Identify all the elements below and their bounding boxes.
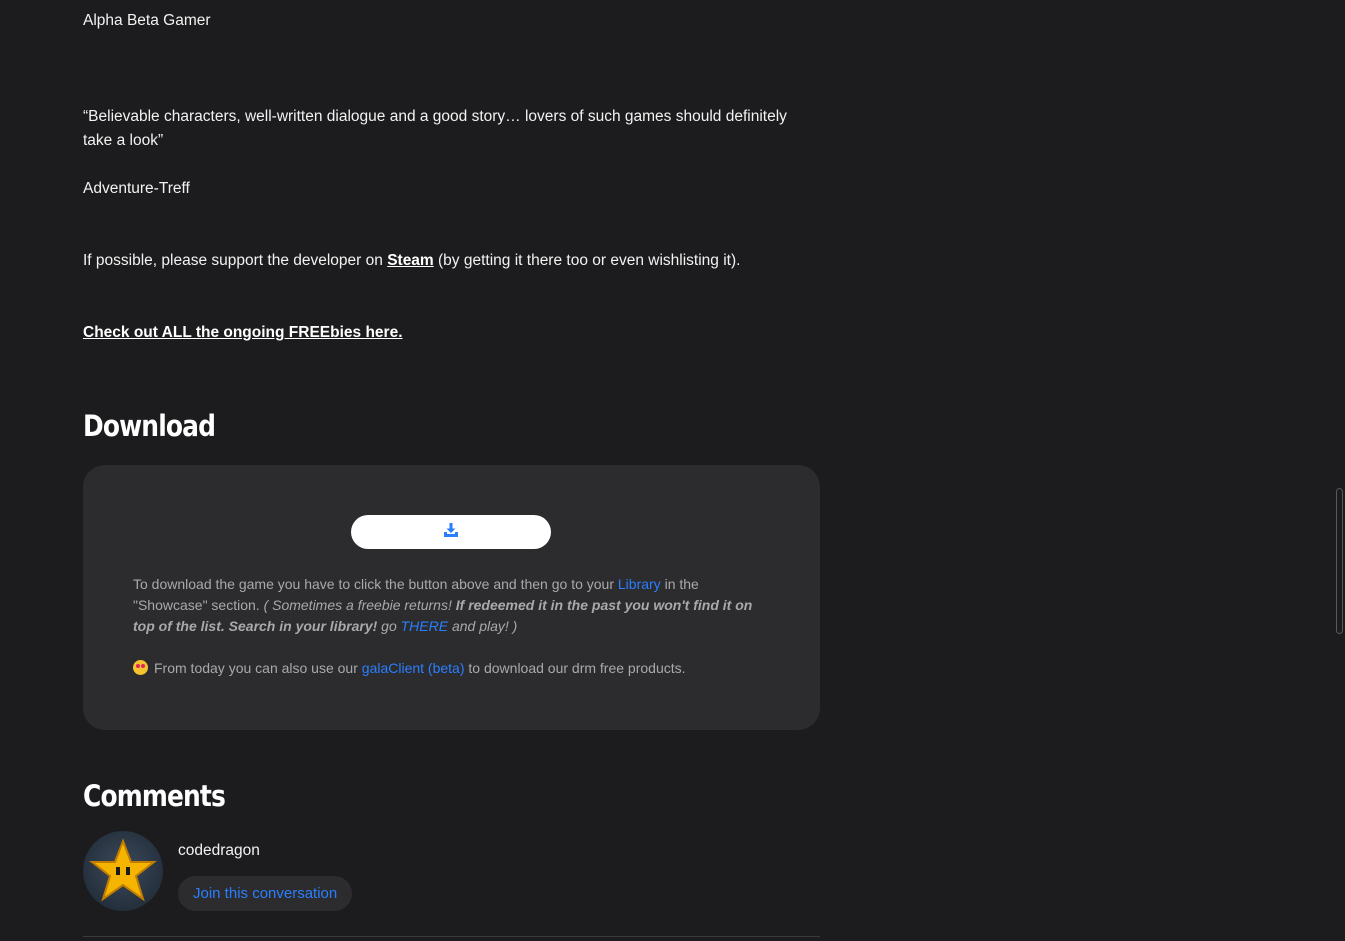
galaclient-link[interactable]: galaClient (beta) [362,660,465,676]
review-quote: “Believable characters, well-written dia… [83,108,787,149]
galaclient-note: From today you can also use our galaClie… [133,658,773,679]
client-text: From today you can also use our [154,660,362,676]
star-struck-emoji-icon [133,660,148,675]
avatar[interactable] [83,831,163,911]
comment-username: codedragon [178,842,260,859]
star-avatar-icon [89,838,157,902]
client-text: to download our drm free products. [464,660,686,676]
review-source: Adventure-Treff [83,180,190,197]
join-conversation-button[interactable]: Join this conversation [178,876,353,911]
instruction-text: To download the game you have to click t… [133,576,618,592]
support-text: If possible, please support the develope… [83,252,388,269]
instruction-note: go [377,618,401,634]
comments-heading: Comments [83,779,226,813]
steam-link[interactable]: Steam [387,252,434,269]
download-panel: To download the game you have to click t… [83,465,820,730]
download-icon [443,522,459,543]
freebies-link[interactable]: Check out ALL the ongoing FREEbies here. [83,324,403,341]
instruction-note: ( Sometimes a freebie returns! [263,597,456,613]
download-button[interactable] [351,515,551,549]
instruction-note: and play! ) [448,618,518,634]
page: Alpha Beta Gamer “Believable characters,… [0,0,1345,941]
download-heading: Download [83,409,216,443]
review-source: Alpha Beta Gamer [83,12,211,29]
support-paragraph: If possible, please support the develope… [83,249,740,273]
library-link[interactable]: Library [618,576,661,592]
divider [83,936,820,937]
support-text: (by getting it there too or even wishlis… [433,252,741,269]
download-instructions: To download the game you have to click t… [133,574,773,637]
scrollbar[interactable] [1336,488,1343,634]
there-link[interactable]: THERE [401,618,448,634]
freebies-paragraph: Check out ALL the ongoing FREEbies here. [83,321,403,345]
